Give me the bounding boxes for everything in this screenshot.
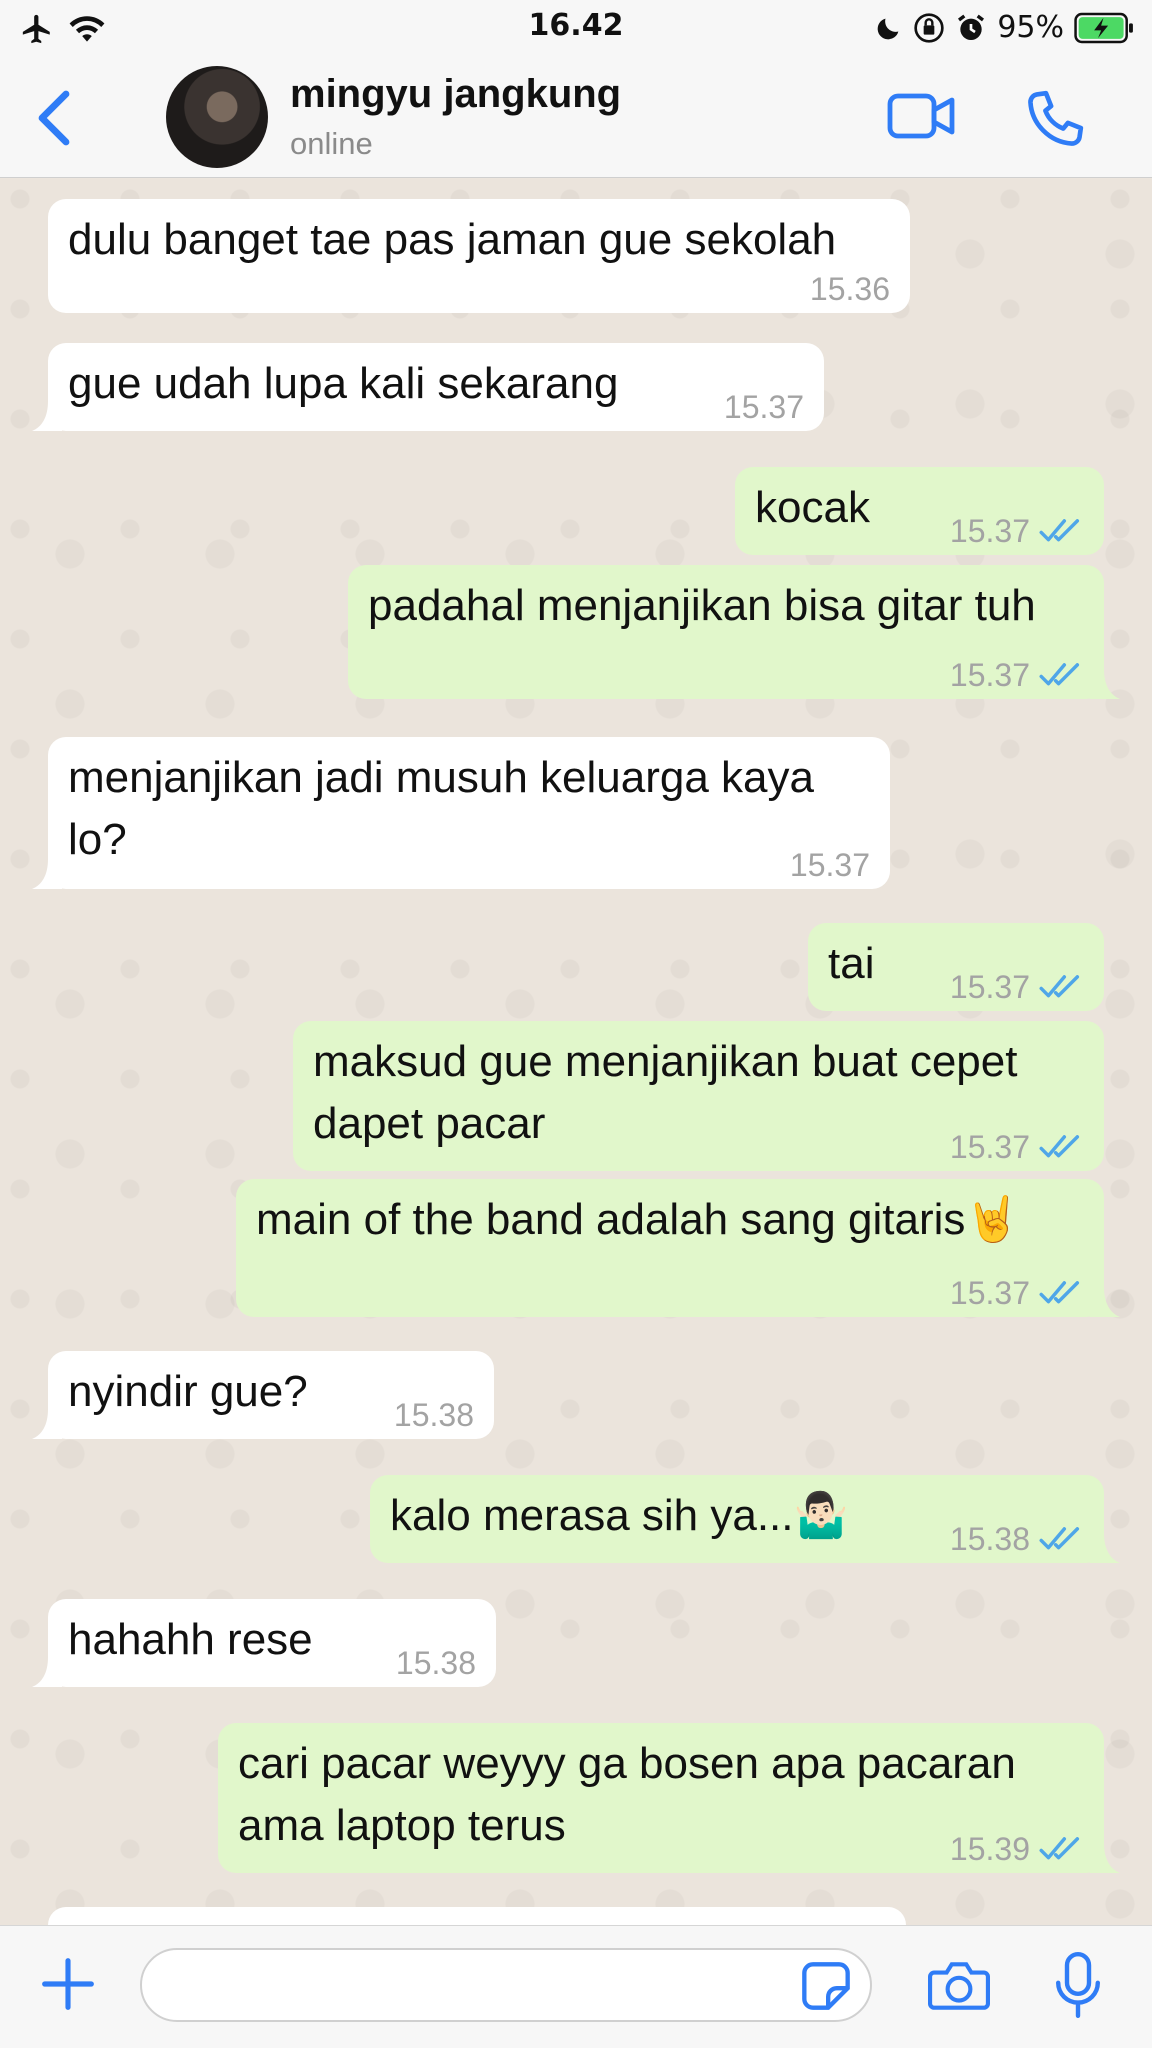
time-label: 15.37 (723, 389, 804, 425)
chat-area[interactable]: dulu banget tae pas jaman gue sekolah 15… (0, 179, 1152, 1925)
orientation-lock-icon (914, 12, 944, 43)
message-outgoing[interactable]: kalo merasa sih ya...🤷🏻‍♂️ 15.38 (370, 1475, 1120, 1563)
sticker-icon[interactable] (800, 1960, 852, 2012)
alarm-icon (958, 14, 985, 40)
message-time: 15.37 (950, 657, 1082, 693)
message-incoming[interactable]: nyindir gue? 15.38 (32, 1351, 494, 1439)
message-outgoing[interactable]: main of the band adalah sang gitaris🤘 15… (236, 1179, 1120, 1317)
double-check-read-icon (1039, 975, 1080, 998)
message-time: 15.36 (810, 271, 890, 307)
battery-charging-icon (1074, 12, 1133, 43)
camera-icon[interactable] (928, 1958, 990, 2012)
bubble-tail (1090, 669, 1120, 699)
message-outgoing[interactable]: tai 15.37 (808, 923, 1104, 1011)
message-outgoing[interactable]: cari pacar weyyy ga bosen apa pacaran am… (218, 1723, 1120, 1873)
message-incoming-partial[interactable] (48, 1907, 906, 1925)
battery-percentage: 95% (997, 10, 1064, 45)
time-label: 15.38 (395, 1645, 476, 1681)
message-time: 15.38 (394, 1397, 474, 1433)
avatar[interactable] (166, 66, 268, 168)
chat-header: mingyu jangkung online (0, 58, 1152, 178)
message-time: 15.37 (724, 389, 804, 425)
message-outgoing[interactable]: maksud gue menjanjikan buat cepet dapet … (293, 1021, 1104, 1171)
message-incoming[interactable]: menjanjikan jadi musuh keluarga kaya lo?… (32, 737, 890, 889)
bubble-tail (32, 859, 62, 889)
time-label: 15.37 (949, 969, 1030, 1005)
bubble-tail (1090, 1843, 1120, 1873)
bubble-tail (1090, 1287, 1120, 1317)
message-time: 15.37 (950, 969, 1082, 1005)
contact-status: online (290, 126, 373, 161)
message-text: gue udah lupa kali sekarang (68, 359, 619, 408)
double-check-read-icon (1039, 1527, 1080, 1550)
double-check-read-icon (1039, 1837, 1080, 1860)
message-text: main of the band adalah sang gitaris🤘 (256, 1195, 1021, 1244)
message-text: dulu banget tae pas jaman gue sekolah (68, 215, 837, 264)
plus-icon[interactable] (40, 1956, 96, 2012)
message-time: 15.38 (396, 1645, 476, 1681)
message-incoming[interactable]: hahahh rese 15.38 (32, 1599, 496, 1687)
input-bar (0, 1925, 1152, 2048)
double-check-read-icon (1039, 663, 1080, 686)
bubble-tail (32, 1409, 62, 1439)
message-text: menjanjikan jadi musuh keluarga kaya lo? (68, 753, 814, 864)
time-label: 15.37 (949, 1275, 1030, 1311)
message-time: 15.39 (950, 1831, 1082, 1867)
message-time: 15.37 (950, 1275, 1082, 1311)
back-chevron-icon[interactable] (30, 88, 78, 148)
bubble-tail (32, 1657, 62, 1687)
time-label: 15.37 (949, 1129, 1030, 1165)
double-check-read-icon (1039, 1281, 1080, 1304)
time-label: 15.36 (809, 271, 890, 307)
status-right: 95% (875, 10, 1136, 45)
double-check-read-icon (1039, 1135, 1080, 1158)
bubble-tail (32, 401, 62, 431)
double-check-read-icon (1039, 519, 1080, 542)
message-time: 15.38 (950, 1521, 1082, 1557)
time-label: 15.37 (949, 657, 1030, 693)
status-bar: 16.42 95% (0, 0, 1152, 58)
moon-icon (877, 18, 899, 39)
message-incoming[interactable]: dulu banget tae pas jaman gue sekolah 15… (48, 199, 910, 313)
message-time: 15.37 (790, 847, 870, 883)
message-text: padahal menjanjikan bisa gitar tuh (368, 581, 1036, 630)
message-input[interactable] (140, 1948, 872, 2022)
message-outgoing[interactable]: padahal menjanjikan bisa gitar tuh 15.37 (348, 565, 1120, 699)
message-time: 15.37 (950, 513, 1082, 549)
time-label: 15.39 (949, 1831, 1030, 1867)
time-label: 15.38 (949, 1521, 1030, 1557)
message-incoming[interactable]: gue udah lupa kali sekarang 15.37 (32, 343, 824, 431)
video-call-icon[interactable] (886, 88, 958, 144)
microphone-icon[interactable] (1056, 1952, 1100, 2018)
time-label: 15.37 (949, 513, 1030, 549)
time-label: 15.38 (393, 1397, 474, 1433)
phone-call-icon[interactable] (1024, 88, 1086, 150)
message-outgoing[interactable]: kocak 15.37 (735, 467, 1104, 555)
contact-name[interactable]: mingyu jangkung (290, 72, 621, 117)
bubble-tail (1090, 1533, 1120, 1563)
time-label: 15.37 (789, 847, 870, 883)
message-time: 15.37 (950, 1129, 1082, 1165)
